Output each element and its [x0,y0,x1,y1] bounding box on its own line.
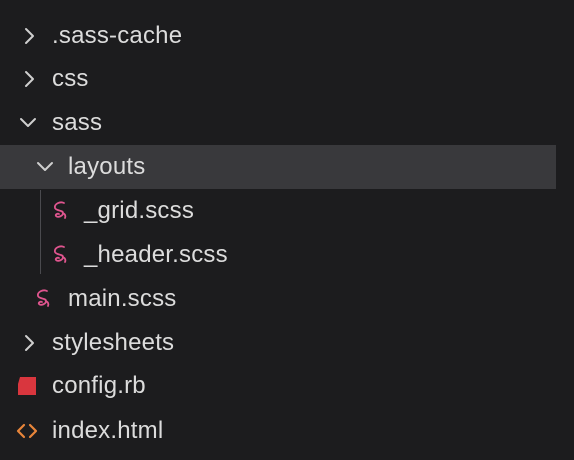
sass-file-icon [54,201,67,219]
chevron-down-icon [20,118,36,127]
sass-file-icon [54,245,67,263]
tree-item-stylesheets[interactable]: stylesheets [0,321,556,365]
tree-item-layouts[interactable]: layouts [0,145,556,189]
tree-item-grid-scss[interactable]: _grid.scss [0,189,556,233]
tree-item-sass[interactable]: sass [0,101,556,145]
tree-item-label: main.scss [68,285,177,312]
ruby-file-icon [18,377,36,395]
tree-item-header-scss[interactable]: _header.scss [0,233,556,277]
tree-item-index-html[interactable]: index.html [0,409,556,453]
tree-item-css[interactable]: css [0,57,556,101]
chevron-right-icon [25,28,34,44]
tree-item-label: .sass-cache [52,22,183,49]
tree-item-label: _grid.scss [84,197,195,224]
html-file-icon [16,423,38,439]
tree-item-label: sass [52,109,103,136]
chevron-right-icon [25,71,34,87]
tree-item-label: layouts [68,153,146,180]
sass-file-icon [37,289,50,307]
tree-item-config-rb[interactable]: config.rb [0,364,556,408]
tree-item-label: index.html [52,417,164,444]
tree-item-label: _header.scss [84,241,228,268]
file-explorer-tree: .sass-cache css sass layouts _grid.scss … [0,0,574,460]
tree-item-main-scss[interactable]: main.scss [0,277,556,321]
tree-item-label: stylesheets [52,329,175,356]
tree-item-label: css [52,65,89,92]
chevron-down-icon [37,162,53,171]
chevron-right-icon [25,335,34,351]
tree-item-label: config.rb [52,372,146,399]
tree-item-sass-cache[interactable]: .sass-cache [0,14,556,58]
